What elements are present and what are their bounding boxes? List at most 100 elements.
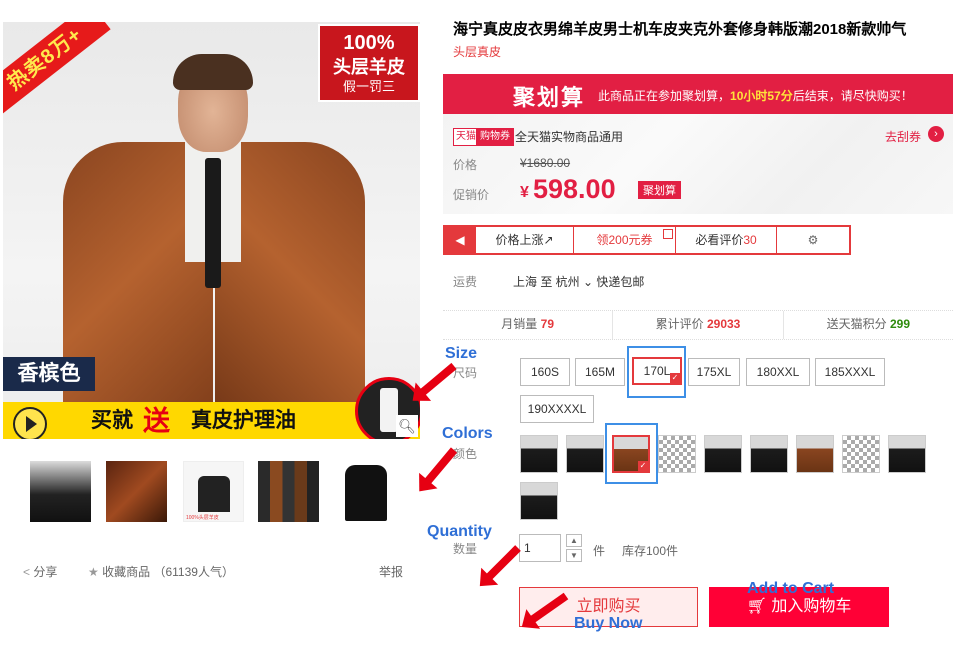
juhuasuan-time-left: 10小时57分: [730, 89, 793, 103]
color-swatch-10[interactable]: [520, 482, 558, 520]
quantity-label: 数量: [453, 542, 478, 556]
tmall-points: 送天猫积分 299: [784, 311, 953, 339]
tmall-points-value: 299: [889, 317, 911, 331]
currency-symbol: ¥: [520, 184, 529, 201]
tie: [205, 158, 221, 288]
thumbnail-5[interactable]: [335, 461, 396, 522]
promo-text-3: 真皮护理油: [191, 409, 296, 432]
star-icon: ★: [88, 565, 99, 579]
juhuasuan-price-badge: 聚划算: [638, 181, 681, 199]
original-price: ¥1680.00: [520, 156, 571, 170]
favorite-link[interactable]: ★ 收藏商品 （61139人气）: [88, 563, 234, 580]
get-coupon-label: 领200元券: [596, 233, 653, 247]
color-name-tag: 香槟色: [3, 357, 95, 391]
shipping-detail[interactable]: 上海 至 杭州 ⌄ 快递包邮: [513, 273, 644, 290]
quality-line1: 100%: [343, 32, 395, 54]
total-reviews-label: 累计评价: [655, 317, 704, 331]
zoom-icon[interactable]: 🔍︎: [396, 415, 418, 437]
share-label: 分享: [33, 565, 58, 579]
thumbnail-3-caption: 100%头层羊皮: [186, 515, 219, 521]
annotation-quantity: Quantity: [427, 523, 492, 540]
share-link[interactable]: < 分享: [23, 563, 57, 580]
monthly-sales-label: 月销量: [501, 317, 538, 331]
price-rise-button[interactable]: 价格上涨↗: [476, 227, 574, 253]
add-to-cart-label: 加入购物车: [771, 598, 852, 615]
quantity-unit: 件: [593, 544, 606, 558]
annotation-buy-now: Buy Now: [574, 615, 643, 632]
thumbnail-2[interactable]: [106, 461, 167, 522]
size-label: 尺码: [453, 366, 478, 380]
scratch-coupon-link[interactable]: 去刮券: [885, 128, 921, 145]
size-option-185xxxl[interactable]: 185XXXL: [815, 358, 885, 386]
total-reviews-value: 29033: [706, 317, 741, 331]
report-link[interactable]: 举报: [379, 563, 403, 580]
stats-row: 月销量 79 累计评价 29033 送天猫积分 299: [443, 310, 953, 340]
quantity-decrease-button[interactable]: ▼: [566, 549, 582, 562]
color-swatch-3-selected[interactable]: ✓: [612, 435, 650, 473]
juhuasuan-text-before: 此商品正在参加聚划算，: [598, 89, 731, 103]
color-swatch-9[interactable]: [888, 435, 926, 473]
color-swatch-6[interactable]: [750, 435, 788, 473]
color-swatch-8[interactable]: [842, 435, 880, 473]
color-swatch-7[interactable]: [796, 435, 834, 473]
color-swatch-5[interactable]: [704, 435, 742, 473]
total-reviews[interactable]: 累计评价 29033: [613, 311, 784, 339]
annotation-size: Size: [445, 345, 478, 362]
price-box: 天猫 购物券 全天猫实物商品通用 去刮券 › 价格 ¥1680.00 促销价 ¥ …: [443, 114, 953, 214]
arrow-size-icon: [419, 362, 457, 397]
color-swatch-1[interactable]: [520, 435, 558, 473]
thumbnail-4[interactable]: [258, 461, 319, 522]
product-title: 海宁真皮皮衣男绵羊皮男士机车皮夹克外套修身韩版潮2018新款帅气: [453, 21, 907, 38]
juhuasuan-notice: 此商品正在参加聚划算，10小时57分后结束，请尽快购买！: [598, 87, 913, 104]
cart-icon: 🛒︎: [746, 598, 767, 615]
promo-price: 598.00: [533, 174, 616, 204]
flag-icon: [663, 229, 673, 239]
thumbnail-1[interactable]: [30, 461, 91, 522]
color-swatch-4[interactable]: [658, 435, 696, 473]
promo-text-2: 送: [143, 406, 170, 436]
quantity-increase-button[interactable]: ▲: [566, 534, 582, 547]
promo-text-1: 买就: [91, 409, 133, 432]
size-option-170l[interactable]: 170L ✓: [632, 357, 682, 385]
promo-price-label: 促销价: [453, 188, 490, 202]
must-see-count: 30: [743, 233, 757, 247]
quality-line2: 头层羊皮: [333, 57, 405, 77]
play-video-icon[interactable]: [13, 407, 47, 439]
favorite-label: 收藏商品: [102, 565, 151, 579]
size-option-170l-label: 170L: [643, 364, 671, 378]
price-label: 价格: [453, 158, 478, 172]
size-option-190xxxxl[interactable]: 190XXXXL: [520, 395, 594, 423]
model-hair: [173, 54, 253, 90]
annotation-add-to-cart: Add to Cart: [747, 580, 835, 597]
stock-info: 库存100件: [622, 544, 679, 558]
annotation-colors: Colors: [442, 425, 493, 442]
favorite-count: （61139人气）: [153, 565, 234, 579]
juhuasuan-text-after: 后结束，请尽快购买！: [792, 89, 913, 103]
hot-sale-badge: 热卖8万+: [3, 22, 111, 116]
size-option-175xl[interactable]: 175XL: [688, 358, 740, 386]
tmall-tag-b: 购物券: [476, 128, 514, 146]
size-option-165m[interactable]: 165M: [575, 358, 625, 386]
size-option-180xxl[interactable]: 180XXL: [746, 358, 810, 386]
share-icon: <: [23, 565, 31, 579]
tmall-points-label: 送天猫积分: [826, 317, 887, 331]
action-row: ◀ 价格上涨↗ 领200元券 必看评价30 ⚙: [443, 225, 851, 255]
size-option-160s[interactable]: 160S: [520, 358, 570, 386]
settings-gear-icon[interactable]: ⚙: [777, 227, 849, 253]
juhuasuan-logo: 聚划算: [513, 85, 586, 110]
tmall-coupon-tag: 天猫 购物券: [453, 128, 514, 146]
monthly-sales-value: 79: [540, 317, 555, 331]
chevron-right-icon[interactable]: ›: [928, 126, 944, 142]
arrow-quantity-icon: [485, 545, 521, 581]
get-coupon-button[interactable]: 领200元券: [574, 227, 676, 253]
must-see-reviews-button[interactable]: 必看评价30: [676, 227, 777, 253]
thumbnail-3[interactable]: 100%头层羊皮: [183, 461, 244, 522]
quality-line3: 假一罚三: [342, 79, 395, 94]
main-product-image[interactable]: 热卖8万+ 100% 头层羊皮 假一罚三 香槟色 买就 送 真皮护理油 🔍︎: [3, 22, 420, 439]
check-icon: ✓: [670, 373, 680, 383]
quantity-input[interactable]: 1: [519, 534, 561, 562]
discount-tag-icon: ◀: [445, 227, 476, 253]
juhuasuan-banner: 聚划算 此商品正在参加聚划算，10小时57分后结束，请尽快购买！: [443, 74, 953, 114]
coupon-text: 全天猫实物商品通用: [515, 130, 624, 144]
color-swatch-2[interactable]: [566, 435, 604, 473]
